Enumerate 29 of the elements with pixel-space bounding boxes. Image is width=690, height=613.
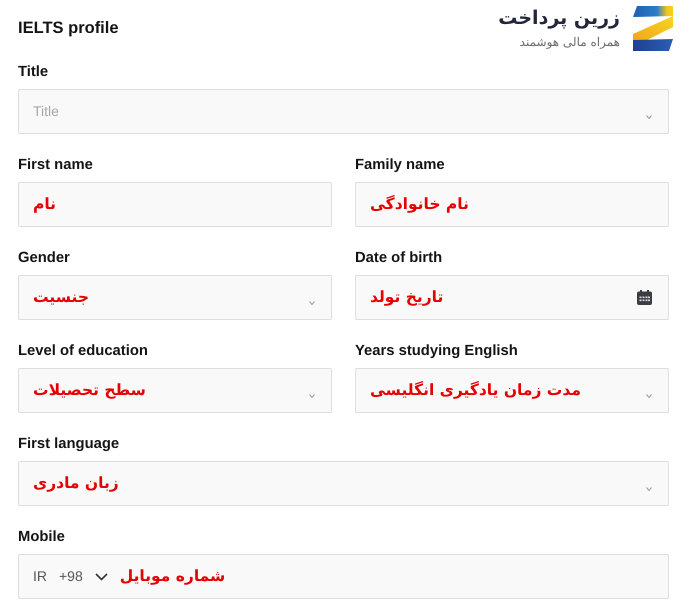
dropdown-field[interactable]: مدت زمان یادگیری انگلیسی [355,368,669,413]
text-field[interactable]: نام خانوادگی [355,182,669,227]
chevron-down-icon [646,394,652,398]
date-field[interactable]: تاریخ تولد [355,275,669,320]
field-label: Family name [355,156,445,175]
brand-name: زرین پرداخت [498,6,620,30]
field-label: First name [18,156,93,175]
chevron-down-icon [646,487,652,491]
field-label: First language [18,435,120,454]
field-label: Title [18,63,48,82]
text-field[interactable]: نام [18,182,332,227]
field-label: Mobile [18,528,65,547]
dropdown-field[interactable]: سطح تحصیلات [18,368,332,413]
page-title: IELTS profile [18,18,119,38]
chevron-down-icon [309,394,315,398]
dropdown-field[interactable]: Title [18,89,669,134]
country-code-select[interactable]: IR +98 [33,566,108,587]
dropdown-field[interactable]: جنسیت [18,275,332,320]
field-label: Date of birth [355,249,442,268]
field-label: Level of education [18,342,148,361]
brand-tagline: همراه مالی هوشمند [520,34,620,50]
field-label: Years studying English [355,342,518,361]
logo-icon [633,6,673,50]
chevron-down-icon [94,572,108,580]
chevron-down-icon [646,115,652,119]
calendar-icon [637,290,652,305]
chevron-down-icon [309,301,315,305]
field-label: Gender [18,249,70,268]
dropdown-field[interactable]: زبان مادری [18,461,669,506]
